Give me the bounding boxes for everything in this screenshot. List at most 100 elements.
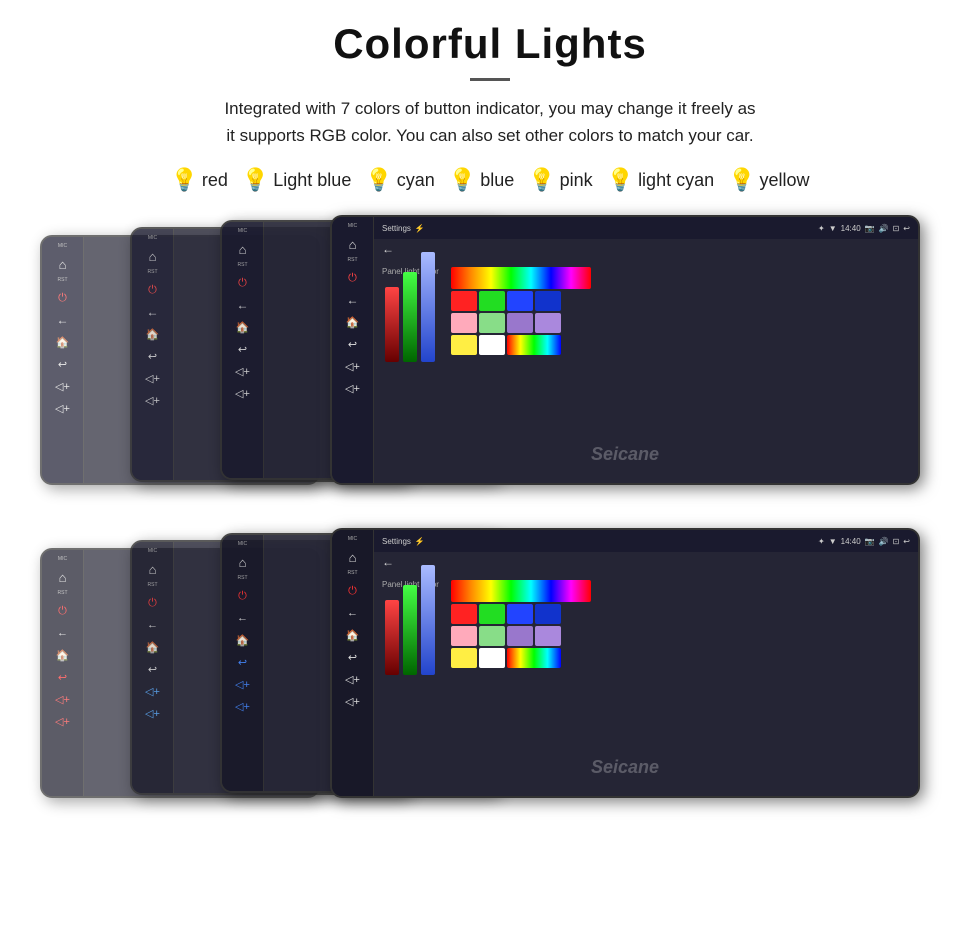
camera-icon: 📷 bbox=[865, 224, 875, 233]
house2-1: 🏠 bbox=[54, 646, 72, 664]
house-icon-2: 🏠 bbox=[144, 325, 162, 343]
color-label-pink: pink bbox=[560, 170, 593, 191]
volume-icon-2: 🔊 bbox=[879, 537, 889, 546]
vu2-2: ◁+ bbox=[144, 704, 162, 722]
time-display: 14:40 bbox=[841, 224, 861, 233]
color-grid-section bbox=[451, 267, 591, 355]
page-container: Colorful Lights Integrated with 7 colors… bbox=[0, 0, 980, 871]
back-icon-4: ↩ bbox=[344, 335, 362, 353]
sidebar2-2: MIC ⌂ RST ⏻ ← 🏠 ↩ ◁+ ◁+ bbox=[132, 542, 174, 793]
color-item-lightblue: 💡 Light blue bbox=[242, 167, 351, 193]
color-row-2 bbox=[451, 313, 591, 333]
back-button-4[interactable]: ← bbox=[374, 239, 918, 259]
cell-yellow bbox=[451, 335, 477, 355]
cell-white bbox=[479, 335, 505, 355]
cell2-rainbow bbox=[507, 648, 561, 668]
cell2-purple bbox=[507, 626, 533, 646]
vol-down-2: ◁+ bbox=[144, 369, 162, 387]
device-4-screen: Settings ⚡ ✦ ▼ 14:40 📷 🔊 ⊡ ↩ bbox=[374, 217, 918, 483]
rst2-1: RST bbox=[58, 590, 68, 596]
house2-3: 🏠 bbox=[234, 631, 252, 649]
power2-4: ⏻ bbox=[344, 582, 362, 600]
window-icon: ⊡ bbox=[893, 224, 900, 233]
status-bar-4: Settings ⚡ ✦ ▼ 14:40 📷 🔊 ⊡ ↩ bbox=[374, 217, 918, 239]
color-indicators-row: 💡 red 💡 Light blue 💡 cyan 💡 blue 💡 pink … bbox=[40, 167, 940, 193]
home-icon-4: ⌂ bbox=[344, 235, 362, 253]
cell-pink bbox=[451, 313, 477, 333]
color-label-lightblue: Light blue bbox=[273, 170, 351, 191]
sidebar-1: MIC ⌂ RST ⏻ ← 🏠 ↩ ◁+ ◁+ bbox=[42, 237, 84, 483]
status-right-4: ✦ ▼ 14:40 📷 🔊 ⊡ ↩ bbox=[818, 224, 910, 233]
power-icon-1: ⏻ bbox=[54, 289, 72, 307]
vol-up-1: ◁+ bbox=[54, 399, 72, 417]
vu2-3: ◁+ bbox=[234, 697, 252, 715]
cell-purple bbox=[507, 313, 533, 333]
back-button-2-4[interactable]: ← bbox=[374, 552, 918, 572]
bulb-blue: 💡 bbox=[449, 167, 476, 193]
sidebar2-1: MIC ⌂ RST ⏻ ← 🏠 ↩ ◁+ ◁+ bbox=[42, 550, 84, 796]
back-chevron-2: ← bbox=[382, 555, 394, 569]
rst2-3: RST bbox=[238, 575, 248, 581]
cell2-pink bbox=[451, 626, 477, 646]
rst2-2: RST bbox=[148, 582, 158, 588]
cell2-green bbox=[479, 604, 505, 624]
power-icon-2: ⏻ bbox=[144, 281, 162, 299]
bulb-yellow: 💡 bbox=[728, 167, 755, 193]
cell2-darkblue bbox=[535, 604, 561, 624]
mic2-4: MIC bbox=[348, 536, 357, 542]
arrow2-3: ← bbox=[234, 609, 252, 627]
back2-3: ↩ bbox=[234, 653, 252, 671]
power-icon-3: ⏻ bbox=[234, 274, 252, 292]
cell2-blue bbox=[507, 604, 533, 624]
mic2-1: MIC bbox=[58, 556, 67, 562]
vol-up-2: ◁+ bbox=[144, 391, 162, 409]
cell2-yellow bbox=[451, 648, 477, 668]
status-left-4: Settings ⚡ bbox=[382, 224, 425, 233]
settings-title-2: Settings bbox=[382, 537, 411, 546]
bar-blue-2 bbox=[421, 565, 435, 675]
back-arrow-1: ← bbox=[54, 311, 72, 329]
sidebar2-3: MIC ⌂ RST ⏻ ← 🏠 ↩ ◁+ ◁+ bbox=[222, 535, 264, 791]
back-icon-3: ↩ bbox=[234, 340, 252, 358]
cell-darkblue bbox=[535, 291, 561, 311]
title-section: Colorful Lights bbox=[40, 20, 940, 81]
back-icon-1: ↩ bbox=[54, 355, 72, 373]
color-label-yellow: yellow bbox=[760, 170, 810, 191]
home-icon-3: ⌂ bbox=[234, 240, 252, 258]
color-row-1 bbox=[451, 291, 591, 311]
device2-4-content: Panel light color bbox=[374, 572, 918, 796]
back-nav-icon-2: ↩ bbox=[903, 537, 910, 546]
vol-down-4: ◁+ bbox=[344, 357, 362, 375]
arrow2-2: ← bbox=[144, 616, 162, 634]
back2-1: ↩ bbox=[54, 668, 72, 686]
rainbow-bar-top bbox=[451, 267, 591, 289]
mic-label-4: MIC bbox=[348, 223, 357, 229]
panel-light-section-2: Panel light color bbox=[382, 580, 439, 675]
house2-2: 🏠 bbox=[144, 638, 162, 656]
status-right-2-4: ✦ ▼ 14:40 📷 🔊 ⊡ ↩ bbox=[818, 537, 910, 546]
cell2-lightgreen bbox=[479, 626, 505, 646]
mic2-2: MIC bbox=[148, 548, 157, 554]
back-nav-icon: ↩ bbox=[903, 224, 910, 233]
back-icon-2: ↩ bbox=[144, 347, 162, 365]
mic2-3: MIC bbox=[238, 541, 247, 547]
vu2-1: ◁+ bbox=[54, 712, 72, 730]
page-description: Integrated with 7 colors of button indic… bbox=[40, 95, 940, 149]
device2-4-screen: Settings ⚡ ✦ ▼ 14:40 📷 🔊 ⊡ ↩ bbox=[374, 530, 918, 796]
color-row-3 bbox=[451, 335, 591, 355]
screen-group-1: MIC ⌂ RST ⏻ ← 🏠 ↩ ◁+ ◁+ MIC ⌂ RS bbox=[40, 215, 940, 500]
back-arrow-2: ← bbox=[144, 303, 162, 321]
color-bars bbox=[385, 282, 435, 362]
device2-4-main: MIC ⌂ RST ⏻ ← 🏠 ↩ ◁+ ◁+ Settings ⚡ bbox=[330, 528, 920, 798]
color-item-lightcyan: 💡 light cyan bbox=[607, 167, 714, 193]
status-left-2-4: Settings ⚡ bbox=[382, 537, 425, 546]
screen-group-2: MIC ⌂ RST ⏻ ← 🏠 ↩ ◁+ ◁+ MIC ⌂ RS bbox=[40, 528, 940, 813]
vd2-2: ◁+ bbox=[144, 682, 162, 700]
color-item-blue: 💡 blue bbox=[449, 167, 514, 193]
house2-4: 🏠 bbox=[344, 626, 362, 644]
color-label-blue: blue bbox=[480, 170, 514, 191]
color-bars-2 bbox=[385, 595, 435, 675]
power2-3: ⏻ bbox=[234, 587, 252, 605]
bar-blue bbox=[421, 252, 435, 362]
device-4-content: Panel light color bbox=[374, 259, 918, 483]
